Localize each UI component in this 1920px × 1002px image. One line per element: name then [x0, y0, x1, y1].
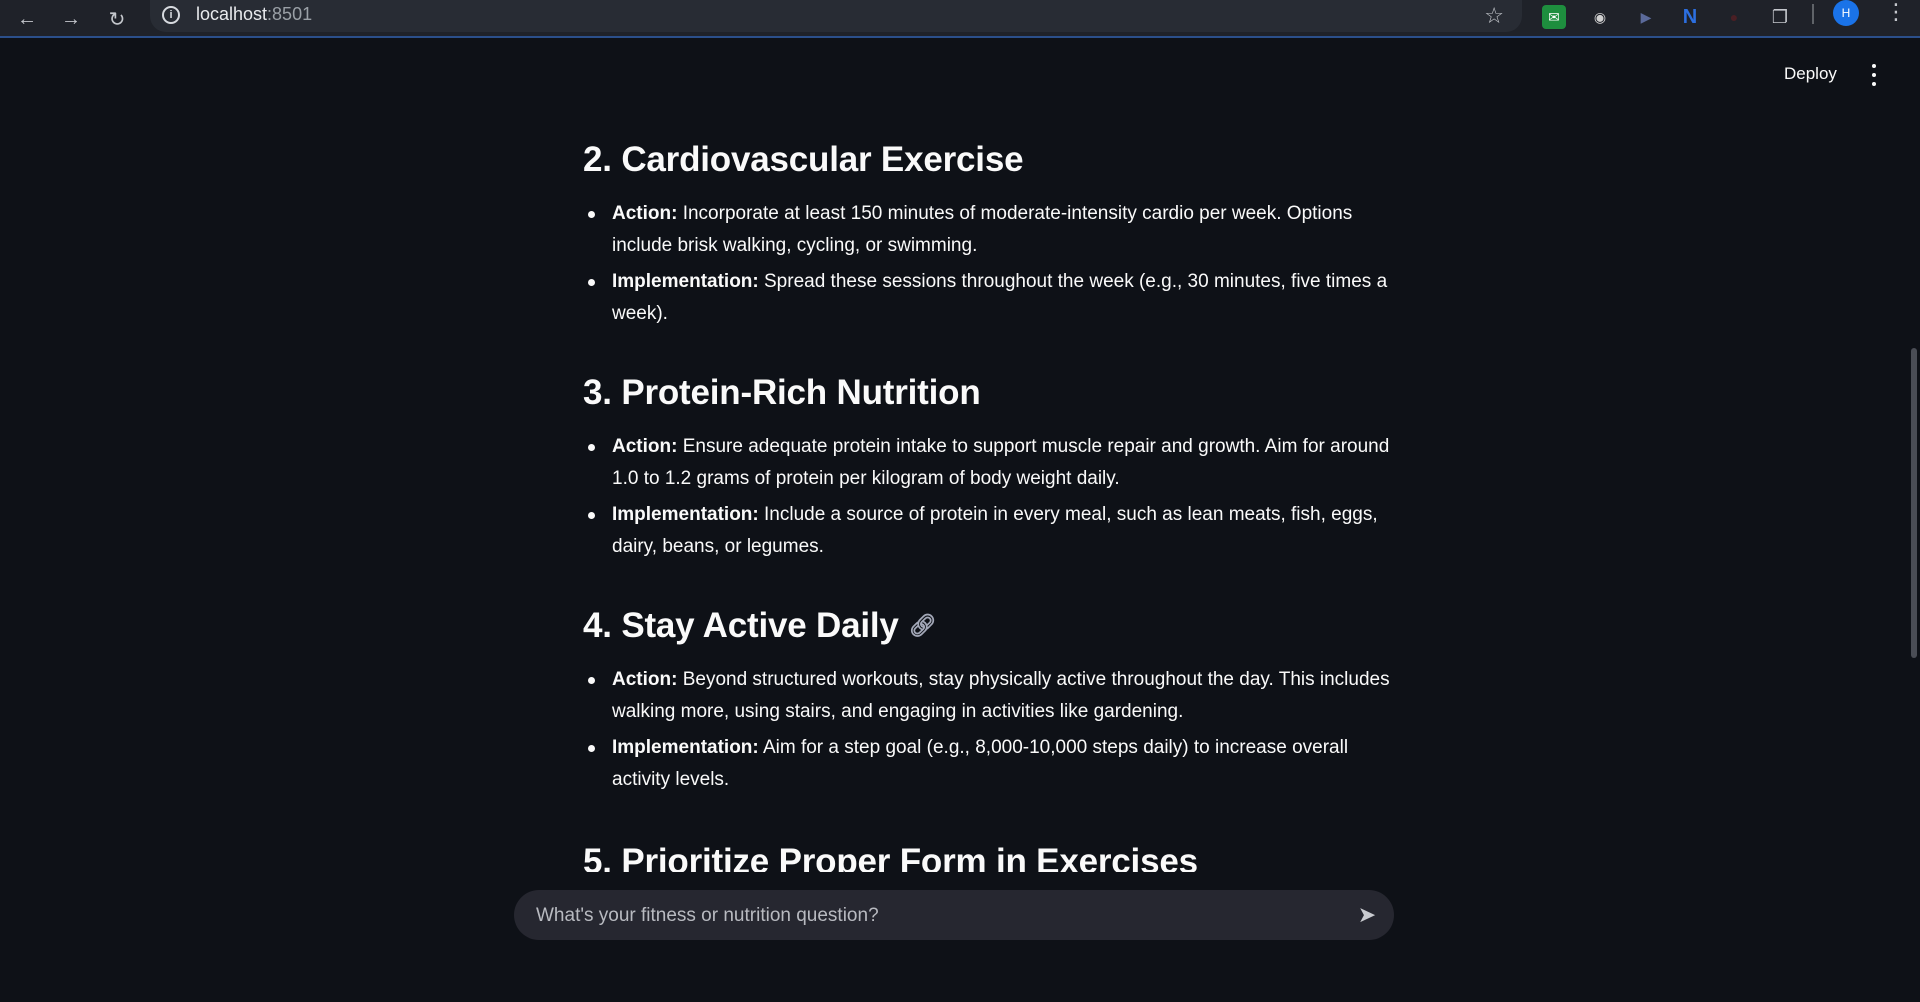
site-info-icon[interactable]: i: [162, 6, 180, 24]
chat-input[interactable]: [534, 890, 1338, 942]
list-item: Action: Ensure adequate protein intake t…: [588, 431, 1393, 495]
send-icon[interactable]: ➤: [1354, 902, 1380, 928]
link-icon[interactable]: 🔗︎: [909, 596, 937, 656]
list-item: Action: Incorporate at least 150 minutes…: [588, 198, 1393, 262]
back-arrow-icon[interactable]: ←: [14, 6, 40, 32]
menu-dot: [1872, 73, 1876, 77]
address-bar[interactable]: i localhost:8501 ☆: [150, 0, 1522, 32]
scrollbar[interactable]: [1909, 38, 1920, 1002]
section-cardiovascular: 2. Cardiovascular Exercise Action: Incor…: [583, 130, 1393, 334]
chat-message-content: 2. Cardiovascular Exercise Action: Incor…: [583, 120, 1393, 872]
section-heading: 3. Protein-Rich Nutrition: [583, 363, 1393, 423]
toolbar-divider: [1812, 4, 1814, 24]
record-extension-icon[interactable]: ●: [1722, 5, 1746, 29]
item-text: Ensure adequate protein intake to suppor…: [612, 436, 1390, 489]
bullet-list: Action: Ensure adequate protein intake t…: [583, 431, 1393, 563]
notion-extension-icon[interactable]: N: [1678, 5, 1702, 29]
item-label: Implementation:: [612, 737, 759, 758]
item-label: Action:: [612, 669, 678, 690]
item-label: Implementation:: [612, 271, 759, 292]
url-host: localhost: [196, 4, 268, 24]
browser-menu-icon[interactable]: ⋮: [1885, 0, 1907, 24]
chat-input-container: ➤: [514, 890, 1394, 942]
section-heading: 2. Cardiovascular Exercise: [583, 130, 1393, 190]
url-port: :8501: [267, 4, 313, 24]
section-heading: 4. Stay Active Daily 🔗︎: [583, 596, 1393, 656]
list-item: Action: Beyond structured workouts, stay…: [588, 664, 1393, 728]
app-menu-icon[interactable]: [1870, 64, 1878, 86]
bullet-list: Action: Beyond structured workouts, stay…: [583, 664, 1393, 796]
section-protein: 3. Protein-Rich Nutrition Action: Ensure…: [583, 363, 1393, 567]
item-text: Beyond structured workouts, stay physica…: [612, 669, 1390, 722]
item-text: Incorporate at least 150 minutes of mode…: [612, 203, 1353, 256]
heading-text: 3. Protein-Rich Nutrition: [583, 373, 981, 412]
list-item: Implementation: Spread these sessions th…: [588, 266, 1393, 330]
item-label: Implementation:: [612, 504, 759, 525]
star-icon[interactable]: ☆: [1484, 3, 1504, 29]
item-label: Action:: [612, 436, 678, 457]
reload-icon[interactable]: ↻: [104, 6, 130, 32]
incognito-extension-icon[interactable]: ◉: [1588, 5, 1612, 29]
mail-extension-icon[interactable]: ✉: [1542, 5, 1566, 29]
browser-toolbar: ← → ↻ i localhost:8501 ☆ ✉ ◉ ▶ N ● ❐ H ⋮: [0, 0, 1920, 38]
heading-text: 4. Stay Active Daily: [583, 606, 899, 645]
reader-extension-icon[interactable]: ▶: [1634, 5, 1658, 29]
list-item: Implementation: Include a source of prot…: [588, 499, 1393, 563]
forward-arrow-icon[interactable]: →: [58, 6, 84, 32]
puzzle-extensions-icon[interactable]: ❐: [1768, 5, 1792, 29]
menu-dot: [1872, 64, 1876, 68]
deploy-button[interactable]: Deploy: [1784, 64, 1837, 84]
heading-text: 5. Prioritize Proper Form in Exercises: [583, 842, 1198, 872]
menu-dot: [1872, 82, 1876, 86]
section-stay-active: 4. Stay Active Daily 🔗︎ Action: Beyond st…: [583, 596, 1393, 800]
profile-avatar[interactable]: H: [1833, 0, 1859, 26]
section-proper-form: 5. Prioritize Proper Form in Exercises: [583, 832, 1198, 872]
heading-text: 2. Cardiovascular Exercise: [583, 140, 1024, 179]
item-label: Action:: [612, 203, 678, 224]
bullet-list: Action: Incorporate at least 150 minutes…: [583, 198, 1393, 330]
scrollbar-thumb[interactable]: [1911, 348, 1917, 658]
section-heading: 5. Prioritize Proper Form in Exercises: [583, 832, 1198, 872]
url-text[interactable]: localhost:8501: [196, 4, 312, 25]
list-item: Implementation: Aim for a step goal (e.g…: [588, 732, 1393, 796]
